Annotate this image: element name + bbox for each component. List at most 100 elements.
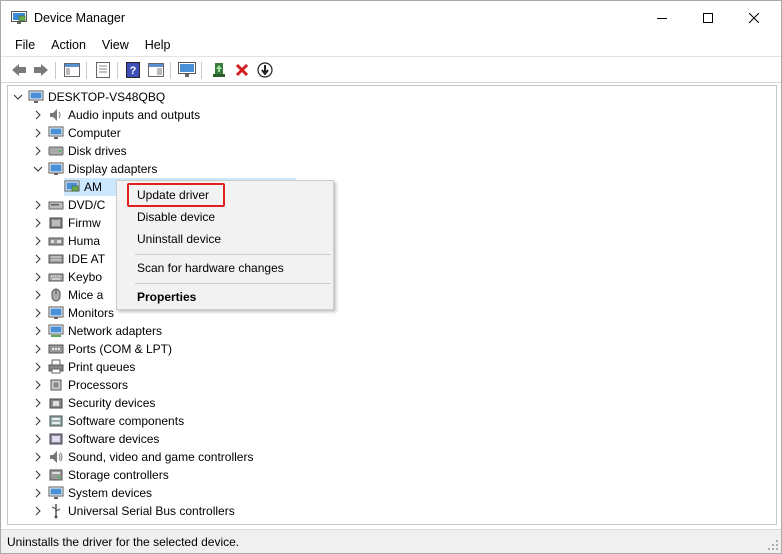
properties-button[interactable]: [93, 61, 113, 79]
network-icon: [48, 323, 64, 339]
tree-item-label: Network adapters: [68, 324, 163, 338]
forward-icon: [34, 64, 48, 76]
toolbar: ?: [1, 56, 781, 83]
port-icon: [48, 341, 64, 357]
dvd-icon: [48, 197, 64, 213]
tree-item[interactable]: Print queues: [32, 358, 135, 376]
tree-item[interactable]: Storage controllers: [32, 466, 169, 484]
mouse-icon: [48, 287, 64, 303]
tree-item-label: Monitors: [68, 306, 115, 320]
chevron-right-icon: [35, 506, 41, 516]
keyboard-icon: [48, 269, 64, 285]
printer-icon: [48, 359, 64, 375]
tree-item[interactable]: Computer: [32, 124, 121, 142]
resize-grip-icon[interactable]: [767, 539, 779, 551]
tree-item[interactable]: AM: [48, 178, 102, 196]
tree-item[interactable]: Display adapters: [32, 160, 157, 178]
tree-item-label: Ports (COM & LPT): [68, 342, 173, 356]
chevron-right-icon: [35, 488, 41, 498]
tree-item[interactable]: Sound, video and game controllers: [32, 448, 253, 466]
forward-button[interactable]: [31, 61, 51, 79]
update-driver-button[interactable]: [209, 61, 229, 79]
device-manager-app-icon: [11, 11, 27, 25]
display-card-icon: [64, 179, 80, 195]
ctx-properties[interactable]: Properties: [119, 286, 331, 308]
menu-view[interactable]: View: [94, 35, 137, 55]
tree-item[interactable]: System devices: [32, 484, 152, 502]
tree-item-label: Security devices: [68, 396, 156, 410]
tree-item-label: Software components: [68, 414, 185, 428]
chevron-right-icon: [35, 398, 41, 408]
tree-item[interactable]: Universal Serial Bus controllers: [32, 502, 235, 520]
tree-item-label: Sound, video and game controllers: [68, 450, 254, 464]
chevron-right-icon: [35, 146, 41, 156]
ctx-separator: [135, 254, 331, 255]
tree-item[interactable]: Keybo: [32, 268, 102, 286]
tree-item[interactable]: Network adapters: [32, 322, 162, 340]
ctx-disable-device[interactable]: Disable device: [119, 206, 331, 228]
uninstall-button[interactable]: [232, 61, 252, 79]
minimize-button[interactable]: [639, 1, 685, 35]
show-hide-console-tree-button[interactable]: [62, 61, 82, 79]
computer-icon: [28, 89, 44, 105]
tree-item-label: Print queues: [68, 360, 136, 374]
scan-hardware-icon: [178, 62, 196, 77]
firmware-icon: [48, 215, 64, 231]
update-driver-highlight-box: [127, 183, 225, 207]
chevron-right-icon: [35, 452, 41, 462]
speaker-icon: [48, 107, 64, 123]
tree-item[interactable]: Ports (COM & LPT): [32, 340, 172, 358]
ctx-uninstall-device[interactable]: Uninstall device: [119, 228, 331, 250]
device-manager-window: Device Manager File Action View Help ? D…: [0, 0, 782, 554]
software-device-icon: [48, 431, 64, 447]
menu-action[interactable]: Action: [43, 35, 94, 55]
disable-device-button[interactable]: [255, 61, 275, 79]
system-icon: [48, 485, 64, 501]
maximize-button[interactable]: [685, 1, 731, 35]
uninstall-icon: [235, 63, 249, 77]
help-button[interactable]: ?: [123, 61, 143, 79]
properties-icon: [96, 62, 110, 78]
tree-item-label: Universal Serial Bus controllers: [68, 504, 235, 518]
menu-file[interactable]: File: [7, 35, 43, 55]
tree-item[interactable]: IDE AT: [32, 250, 105, 268]
title-bar: Device Manager: [1, 1, 781, 35]
scan-hardware-button[interactable]: [177, 61, 197, 79]
tree-root[interactable]: DESKTOP-VS48QBQ: [12, 88, 165, 106]
hid-icon: [48, 233, 64, 249]
chevron-right-icon: [35, 218, 41, 228]
tree-item-label: DVD/C: [68, 198, 106, 212]
chevron-right-icon: [35, 344, 41, 354]
tree-item[interactable]: Huma: [32, 232, 100, 250]
tree-item[interactable]: Mice a: [32, 286, 103, 304]
svg-text:?: ?: [130, 65, 137, 77]
chevron-right-icon: [35, 272, 41, 282]
close-button[interactable]: [731, 1, 777, 35]
disk-icon: [48, 143, 64, 159]
tree-item-label: Mice a: [68, 288, 104, 302]
tree-item[interactable]: DVD/C: [32, 196, 105, 214]
tree-item[interactable]: Disk drives: [32, 142, 127, 160]
ide-icon: [48, 251, 64, 267]
chevron-right-icon: [35, 362, 41, 372]
chevron-right-icon: [35, 110, 41, 120]
tree-item-label: AM: [84, 180, 102, 194]
chevron-right-icon: [35, 308, 41, 318]
action-pane-button[interactable]: [146, 61, 166, 79]
tree-item[interactable]: Firmw: [32, 214, 101, 232]
tree-item[interactable]: Monitors: [32, 304, 114, 322]
menu-help[interactable]: Help: [137, 35, 179, 55]
back-button[interactable]: [9, 61, 29, 79]
tree-item[interactable]: Security devices: [32, 394, 155, 412]
software-component-icon: [48, 413, 64, 429]
chevron-down-icon: [13, 94, 23, 100]
processor-icon: [48, 377, 64, 393]
tree-item[interactable]: Software components: [32, 412, 184, 430]
tree-item[interactable]: Processors: [32, 376, 128, 394]
tree-item[interactable]: Software devices: [32, 430, 159, 448]
display-icon: [48, 161, 64, 177]
ctx-scan-hardware[interactable]: Scan for hardware changes: [119, 257, 331, 279]
context-menu: Update driver Disable device Uninstall d…: [116, 180, 334, 310]
tree-item[interactable]: Audio inputs and outputs: [32, 106, 200, 124]
tree-item-label: Storage controllers: [68, 468, 169, 482]
